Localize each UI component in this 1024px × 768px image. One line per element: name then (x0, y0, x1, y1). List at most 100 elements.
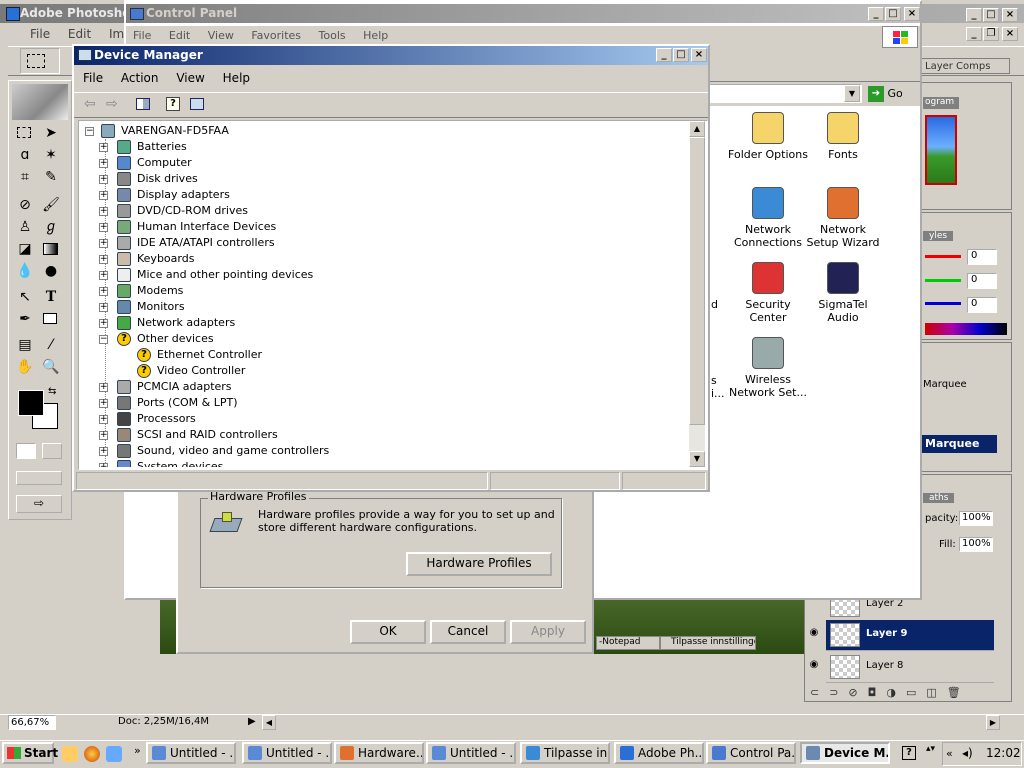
expand-icon[interactable]: + (99, 399, 108, 408)
tray-volume-icon[interactable]: ◂) (962, 746, 973, 760)
collapse-icon[interactable]: − (85, 127, 94, 136)
magic-wand-tool-icon[interactable]: ✶ (40, 145, 62, 165)
healing-brush-tool-icon[interactable]: ⊘ (14, 195, 36, 215)
properties-icon[interactable]: ? (166, 97, 180, 111)
quicklaunch-more-icon[interactable]: » (134, 744, 141, 757)
ps-menu-file[interactable]: File (10, 24, 57, 44)
scroll-thumb[interactable] (689, 137, 705, 425)
cp-item[interactable]: SigmaTel Audio (803, 262, 883, 324)
cp-item[interactable]: Folder Options (728, 112, 808, 161)
jump-to-imageready-button[interactable]: ⇨ (16, 495, 62, 513)
blue-value-field[interactable]: 0 (967, 297, 997, 313)
tree-vscrollbar[interactable]: ▲ ▼ (689, 121, 705, 467)
opacity-field[interactable]: 100% (959, 511, 993, 526)
cancel-button[interactable]: Cancel (430, 620, 506, 644)
green-value-field[interactable]: 0 (967, 273, 997, 289)
expand-icon[interactable]: + (99, 191, 108, 200)
expand-icon[interactable]: + (99, 159, 108, 168)
cp-item[interactable]: Wireless Network Set... (728, 337, 808, 399)
cp-menu-file[interactable]: File (126, 26, 158, 46)
expand-icon[interactable]: + (99, 143, 108, 152)
taskbar-button[interactable]: Untitled - ... (242, 742, 332, 764)
cp-minimize-button[interactable]: _ (868, 7, 884, 21)
red-value-field[interactable]: 0 (967, 249, 997, 265)
swap-colors-icon[interactable]: ⇆ (48, 386, 56, 397)
zoom-tool-icon[interactable]: 🔍 (40, 357, 62, 377)
hand-tool-icon[interactable]: ✋ (14, 357, 36, 377)
screen-mode-buttons[interactable] (16, 471, 62, 485)
history-brush-tool-icon[interactable]: ℊ (40, 217, 62, 237)
go-button[interactable]: ➔ Go (868, 84, 912, 103)
ps-doc-restore-button[interactable]: ❐ (983, 27, 999, 41)
quicklaunch-ie-icon[interactable] (106, 746, 122, 762)
tray-help-icon[interactable]: ? (902, 746, 916, 760)
ps-doc-minimize-button[interactable]: _ (966, 27, 982, 41)
taskbar-button[interactable]: Tilpasse in... (520, 742, 610, 764)
tilpasse-tab[interactable]: Tilpasse innstillingene... (660, 636, 756, 650)
ok-button[interactable]: OK (350, 620, 426, 644)
cp-menu-help[interactable]: Help (356, 26, 395, 46)
start-button[interactable]: Start (2, 742, 58, 764)
layer-row[interactable]: ◉ Layer 9 (806, 620, 994, 651)
cp-item[interactable]: Network Setup Wizard (803, 187, 883, 249)
cp-item[interactable]: Security Center (728, 262, 808, 324)
taskbar-button[interactable]: Control Pa... (706, 742, 796, 764)
expand-icon[interactable]: + (99, 207, 108, 216)
notes-tool-icon[interactable]: ▤ (14, 335, 36, 355)
histogram-tab[interactable]: ogram (923, 97, 959, 109)
expand-icon[interactable]: + (99, 447, 108, 456)
foreground-color-swatch[interactable] (18, 390, 44, 416)
pen-tool-icon[interactable]: ✒ (14, 309, 36, 329)
dodge-tool-icon[interactable]: ● (40, 261, 62, 281)
shape-tool-icon[interactable] (40, 309, 62, 329)
dm-menu-help[interactable]: Help (216, 68, 257, 88)
tray-expand-icon[interactable]: « (946, 747, 953, 760)
color-spectrum-bar[interactable] (925, 323, 1007, 335)
hardware-profiles-button[interactable]: Hardware Profiles (406, 552, 552, 576)
expand-icon[interactable]: + (99, 175, 108, 184)
blue-slider[interactable] (925, 302, 961, 305)
ps-maximize-button[interactable]: □ (983, 8, 999, 22)
slice-tool-icon[interactable]: ✎ (40, 167, 62, 187)
expand-icon[interactable]: + (99, 255, 108, 264)
dm-menu-action[interactable]: Action (114, 68, 166, 88)
gradient-tool-icon[interactable] (40, 239, 62, 259)
cp-item[interactable]: Network Connections (728, 187, 808, 249)
cp-item[interactable]: Fonts (803, 112, 883, 161)
expand-icon[interactable]: + (99, 415, 108, 424)
update-driver-icon[interactable] (190, 98, 204, 110)
ps-hscroll-left-icon[interactable]: ◀ (262, 715, 276, 730)
eyedropper-tool-icon[interactable]: ⁄ (40, 335, 62, 355)
address-dropdown-button[interactable]: ▼ (844, 85, 860, 102)
taskbar-button[interactable]: Hardware... (334, 742, 424, 764)
marquee-tool-icon[interactable] (14, 123, 36, 143)
quicklaunch-firefox-icon[interactable] (84, 746, 100, 762)
crop-tool-icon[interactable]: ⌗ (14, 167, 36, 187)
history-item-selected[interactable]: Marquee (921, 435, 997, 453)
paths-tab[interactable]: aths (923, 493, 955, 503)
cp-menu-favorites[interactable]: Favorites (244, 26, 308, 46)
tray-language-icon[interactable]: ▴▾ (926, 744, 935, 754)
eraser-tool-icon[interactable]: ◪ (14, 239, 36, 259)
collapse-icon[interactable]: − (99, 335, 108, 344)
apply-button[interactable]: Apply (510, 620, 586, 644)
brush-tool-icon[interactable]: 🖌 (40, 195, 62, 215)
ps-marquee-preset-button[interactable] (20, 48, 60, 74)
forward-arrow-icon[interactable]: ⇨ (106, 96, 118, 112)
dm-minimize-button[interactable]: _ (656, 48, 672, 62)
path-selection-tool-icon[interactable]: ↖ (14, 287, 36, 307)
lasso-tool-icon[interactable]: ɑ (14, 145, 36, 165)
taskbar-button[interactable]: Untitled - ... (426, 742, 516, 764)
cp-menu-edit[interactable]: Edit (162, 26, 197, 46)
expand-icon[interactable]: + (99, 239, 108, 248)
cp-menu-tools[interactable]: Tools (312, 26, 353, 46)
history-item[interactable]: Marquee (923, 379, 997, 390)
ps-zoom-field[interactable]: 66,67% (8, 715, 56, 730)
notepad-tab[interactable]: -Notepad (596, 636, 660, 650)
cp-menu-view[interactable]: View (201, 26, 241, 46)
scroll-down-icon[interactable]: ▼ (689, 451, 705, 467)
scroll-up-icon[interactable]: ▲ (689, 121, 705, 137)
dm-menu-file[interactable]: File (76, 68, 110, 88)
taskbar-button[interactable]: Untitled - ... (146, 742, 236, 764)
ps-menu-edit[interactable]: Edit (61, 24, 98, 44)
